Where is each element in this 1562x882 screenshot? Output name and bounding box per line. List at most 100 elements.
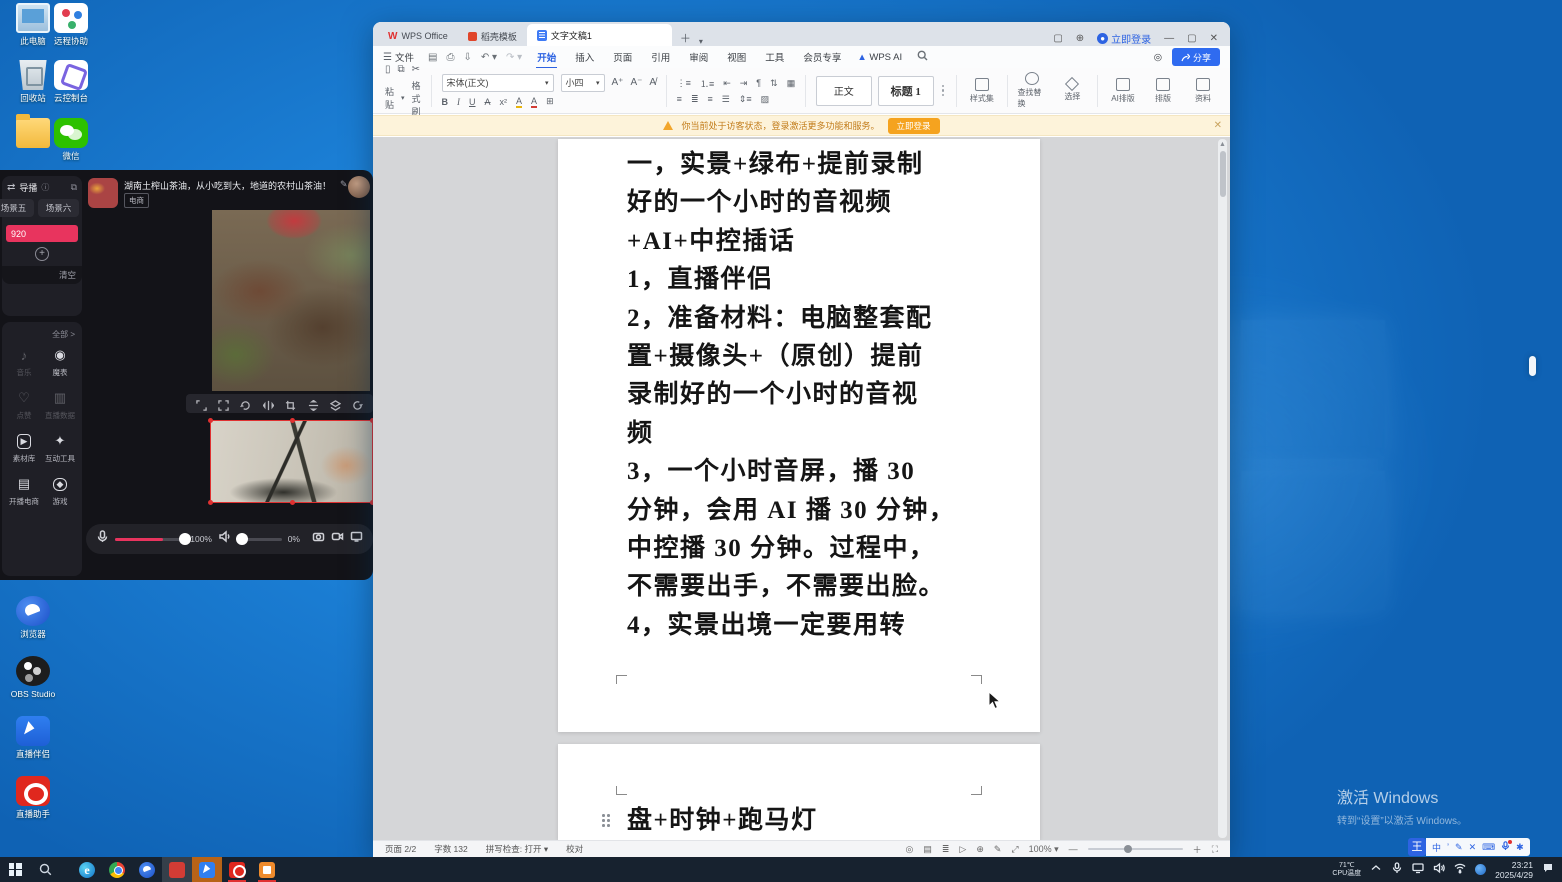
layer-icon[interactable]	[330, 398, 341, 409]
taskbar-edge[interactable]: e	[72, 857, 102, 882]
scrollbar-thumb[interactable]	[1220, 151, 1226, 197]
word-count[interactable]: 字数 132	[434, 843, 468, 855]
streamer-avatar[interactable]	[348, 176, 370, 198]
menu-tab-wps-ai[interactable]: ▲ WPS AI	[856, 50, 903, 65]
proofread-button[interactable]: 校对	[566, 843, 583, 855]
highlight-button[interactable]: A	[516, 96, 522, 108]
web-view-icon[interactable]: ⊕	[976, 844, 984, 855]
menu-tab[interactable]: 引用	[650, 48, 671, 66]
scroll-up-icon[interactable]: ▲	[1219, 141, 1226, 148]
screen-share-icon[interactable]	[350, 530, 363, 548]
scene-list-item[interactable]: 920	[6, 225, 78, 242]
indent-icon[interactable]: ⇥	[740, 78, 748, 89]
tray-expand-icon[interactable]	[1370, 861, 1382, 879]
export-icon[interactable]: ⇩	[463, 52, 471, 63]
cut-icon[interactable]: ✂	[412, 64, 420, 75]
page-view-icon[interactable]: ▤	[923, 844, 932, 855]
grow-font-icon[interactable]: A⁺	[612, 77, 624, 88]
desktop-icon-cloud-console[interactable]: 云控制台	[40, 60, 102, 103]
style-gallery-scroll[interactable]	[942, 85, 945, 97]
all-tools-link[interactable]: 全部 >	[7, 326, 77, 343]
bold-button[interactable]: B	[442, 97, 449, 107]
tray-security-icon[interactable]	[1475, 864, 1486, 875]
add-scene-button[interactable]: +	[35, 247, 49, 261]
style-normal[interactable]: 正文	[816, 76, 872, 106]
switch-icon[interactable]: ⇄	[7, 182, 15, 193]
strikethrough-button[interactable]: A	[485, 97, 491, 107]
outline-view-icon[interactable]: ≣	[942, 844, 950, 855]
start-button[interactable]	[0, 857, 30, 882]
paste-icon[interactable]: ▯	[385, 64, 391, 75]
tray-clock[interactable]: 23:212025/4/29	[1495, 860, 1533, 880]
clear-format-icon[interactable]: A̸	[649, 77, 656, 88]
format-painter-button[interactable]: 格式刷	[412, 79, 421, 118]
zoom-in-button[interactable]: ＋	[1193, 843, 1202, 856]
document-page-2[interactable]: 一，实景+绿布+提前录制好的一个小时的音视频+AI+中控插话1，直播伴侣2，准备…	[558, 139, 1040, 732]
line-spacing-icon[interactable]: ⇕≡	[739, 94, 752, 105]
ime-mic-icon[interactable]	[1501, 841, 1510, 853]
outdent-icon[interactable]: ⇤	[723, 78, 731, 89]
tab-wps-office[interactable]: W WPS Office	[378, 26, 458, 46]
taskbar-browser[interactable]	[132, 857, 162, 882]
camera-icon[interactable]	[312, 530, 325, 548]
justify-icon[interactable]: ☰	[722, 94, 730, 105]
desktop-icon-browser[interactable]: 浏览器	[2, 596, 64, 639]
ime-settings-icon[interactable]: ✱	[1516, 842, 1524, 853]
zoom-icon[interactable]	[196, 398, 207, 409]
action-center-icon[interactable]	[1542, 861, 1554, 879]
minimize-button[interactable]: —	[1164, 33, 1174, 44]
tool-item[interactable]: 互动工具	[43, 431, 77, 464]
help-icon[interactable]: ⓘ	[41, 182, 49, 193]
tray-volume-icon[interactable]	[1433, 861, 1445, 879]
taskbar-search-button[interactable]	[30, 857, 60, 882]
shrink-font-icon[interactable]: A⁻	[630, 77, 642, 88]
eye-protect-icon[interactable]: ◎	[1154, 52, 1162, 63]
ime-pen-icon[interactable]: ✎	[1455, 842, 1463, 853]
mic-volume-slider[interactable]	[115, 538, 184, 541]
microphone-icon[interactable]	[96, 530, 109, 548]
tool-item[interactable]: 素材库	[7, 431, 41, 464]
fullscreen-toggle-icon[interactable]: ⛶	[1212, 844, 1218, 855]
copy-icon[interactable]: ⧉	[398, 64, 405, 75]
monitor-volume-slider[interactable]	[237, 538, 282, 541]
menu-tab[interactable]: 页面	[612, 48, 633, 66]
subscript-button[interactable]: x²	[500, 97, 508, 107]
desktop-icon-obs-studio[interactable]: OBS Studio	[2, 656, 64, 699]
close-button[interactable]: ✕	[1210, 33, 1218, 44]
print-icon[interactable]: ⎙	[446, 52, 454, 63]
menu-tab[interactable]: 审阅	[688, 48, 709, 66]
eye-mode-icon[interactable]: ◎	[905, 844, 913, 855]
save-icon[interactable]: ▤	[428, 52, 437, 63]
edge-panel-handle[interactable]	[1529, 356, 1536, 376]
find-replace-button[interactable]: 查找替换	[1017, 72, 1047, 109]
document-page-3[interactable]: 盘+时钟+跑马灯	[558, 744, 1040, 840]
tab-document-1[interactable]: 文字文稿1	[527, 24, 672, 46]
align-center-icon[interactable]: ≣	[691, 94, 699, 105]
notice-login-button[interactable]: 立即登录	[888, 118, 940, 134]
taskbar-orange-app[interactable]	[252, 857, 282, 882]
popout-icon[interactable]: ⧉	[71, 182, 77, 193]
monitor-volume-icon[interactable]	[218, 530, 231, 548]
file-menu[interactable]: ☰文件	[383, 50, 414, 64]
align-left-icon[interactable]: ≡	[677, 94, 682, 104]
zoom-slider[interactable]	[1088, 848, 1183, 851]
zoom-slider-knob[interactable]	[1124, 845, 1132, 853]
redo-icon[interactable]: ↷ ▾	[506, 52, 522, 63]
bullet-list-icon[interactable]: ⋮≡	[677, 78, 691, 89]
tool-item[interactable]: 魔表	[43, 345, 77, 378]
tool-item[interactable]: 点赞	[7, 388, 41, 421]
menu-tab[interactable]: 工具	[764, 48, 785, 66]
font-color-button[interactable]: A	[531, 96, 537, 108]
globe-icon[interactable]: ⊕	[1076, 33, 1084, 44]
tray-mic-icon[interactable]	[1391, 861, 1403, 879]
shading-icon[interactable]: ▨	[761, 94, 770, 105]
ime-mode-toggle[interactable]: 中	[1432, 841, 1441, 854]
menu-tab[interactable]: 插入	[574, 48, 595, 66]
select-button[interactable]: 选择	[1057, 79, 1087, 102]
desktop-icon-wechat[interactable]: 微信	[40, 118, 102, 161]
desktop-icon-remote[interactable]: 远程协助	[40, 3, 102, 46]
notice-close-icon[interactable]: ✕	[1214, 120, 1222, 131]
tab-docer-templates[interactable]: 稻壳模板	[458, 26, 527, 46]
paste-button[interactable]: 粘贴	[385, 85, 394, 111]
style-heading1[interactable]: 标题 1	[878, 76, 934, 106]
